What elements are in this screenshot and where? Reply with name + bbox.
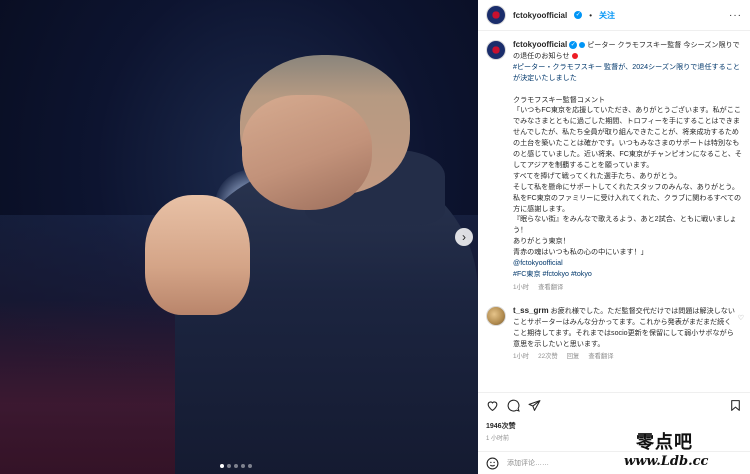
caption-line: #ピーター・クラモフスキー 監督が、2024シーズン限りで退任することが決定いた…: [513, 62, 740, 82]
share-icon[interactable]: [528, 399, 541, 412]
face: [242, 95, 372, 210]
caption-line: 青赤の魂はいつも私の心の中にいます！」: [513, 248, 648, 257]
reply-link[interactable]: 回复: [567, 352, 580, 363]
emoji-icon[interactable]: [486, 457, 499, 470]
post-photo[interactable]: ›: [0, 0, 478, 474]
comment: t_ss_grm お疲れ様でした。ただ監督交代だけでは問題は解決しないことサポー…: [478, 294, 750, 364]
post-time: 1 小时前: [486, 436, 510, 442]
comment-time: 1小时: [513, 353, 530, 361]
see-translation-link[interactable]: 查看翻译: [538, 283, 563, 294]
follow-button[interactable]: 关注: [599, 10, 615, 21]
caption-line: 『眠らない街』をみんなで歌えるよう、あと2試合、ともに戦いましょう！: [513, 215, 737, 235]
carousel-dot: [234, 464, 238, 468]
blue-circle-icon: [579, 42, 586, 49]
heart-icon[interactable]: [486, 399, 499, 412]
more-horizontal-icon[interactable]: ···: [729, 10, 742, 21]
red-circle-icon: [571, 53, 578, 60]
caption-line: 私をFC東京のファミリーに受け入れてくれた、クラブに関わるすべての方に感謝します…: [513, 193, 742, 213]
comments-area[interactable]: fctokyoofficial ✓ ピーター クラモフスキー監督 今シーズン限り…: [478, 32, 750, 392]
hashtag-links[interactable]: #FC東京 #fctokyo #tokyo: [513, 269, 742, 280]
separator-dot: •: [589, 10, 593, 20]
clapping-hands: [145, 195, 250, 315]
comment-likes[interactable]: 22次赞: [538, 352, 558, 363]
verified-icon: ✓: [569, 41, 578, 50]
commenter-avatar[interactable]: [486, 305, 506, 326]
add-comment-input[interactable]: 添加评论……: [507, 458, 549, 468]
carousel-dot: [227, 464, 231, 468]
caption-line: そして私を懸命にサポートしてくれたスタッフのみんな、ありがとう。: [513, 182, 739, 191]
watermark-url: www.Ldb.cc: [624, 454, 709, 469]
verified-icon: ✓: [574, 11, 583, 19]
comment-meta: 1小时 22次赞 回复 查看翻译: [513, 352, 735, 363]
comment-icon[interactable]: [507, 399, 520, 412]
caption-time: 1小时: [513, 283, 530, 291]
caption-meta: 1小时 查看翻译: [513, 283, 742, 294]
caption-line: すべてを捧げて戦ってくれた選手たち、ありがとう。: [513, 171, 682, 180]
comment-text: t_ss_grm お疲れ様でした。ただ監督交代だけでは問題は解決しないことサポー…: [513, 306, 735, 364]
caption-avatar[interactable]: [486, 40, 506, 60]
caption-username[interactable]: fctokyoofficial: [513, 40, 567, 49]
watermark-name: 零点吧: [636, 432, 693, 453]
bookmark-icon[interactable]: [729, 399, 742, 412]
commenter-username[interactable]: t_ss_grm: [513, 306, 549, 315]
avatar[interactable]: [486, 5, 506, 25]
stadium-seats: [0, 300, 200, 474]
caption-text: fctokyoofficial ✓ ピーター クラモフスキー監督 今シーズン限り…: [513, 40, 742, 294]
carousel-dot: [220, 464, 224, 468]
action-bar: [478, 392, 750, 418]
caption: fctokyoofficial ✓ ピーター クラモフスキー監督 今シーズン限り…: [478, 32, 750, 294]
caption-line: 「いつもFC東京を応援していただき、ありがとうございます。私がここでみなさまとと…: [513, 106, 743, 169]
next-image-icon[interactable]: ›: [455, 228, 473, 246]
caption-line: ありがとう東京！: [513, 237, 570, 246]
carousel-dot: [241, 464, 245, 468]
likes-count[interactable]: 1946次赞: [486, 421, 516, 431]
comment-like-icon[interactable]: ♡: [738, 314, 744, 322]
post-panel: fctokyoofficial ✓ • 关注 ··· fctokyooffici…: [478, 0, 750, 474]
carousel-dots: [220, 464, 252, 468]
mention-link[interactable]: @fctokyoofficial: [513, 258, 742, 269]
add-comment-bar: 添加评论……: [478, 451, 750, 474]
post-header: fctokyoofficial ✓ • 关注 ···: [478, 0, 750, 31]
caption-line: クラモフスキー監督コメント: [513, 95, 606, 104]
see-translation-link[interactable]: 查看翻译: [588, 352, 613, 363]
carousel-dot: [248, 464, 252, 468]
username[interactable]: fctokyoofficial: [513, 11, 567, 20]
